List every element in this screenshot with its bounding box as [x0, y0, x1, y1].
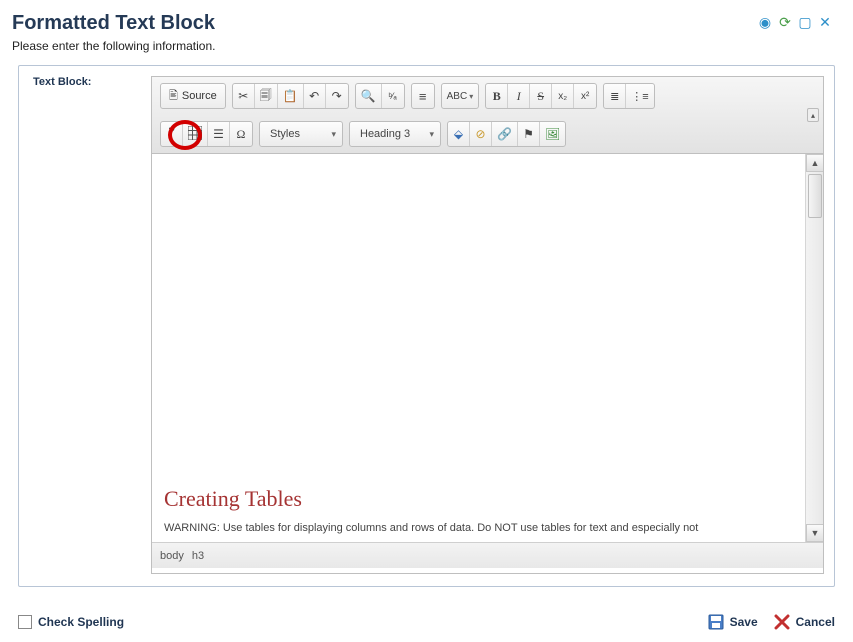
- chevron-down-icon: ▾: [331, 129, 336, 140]
- source-label: Source: [182, 90, 217, 102]
- maximize-icon[interactable]: ▢: [797, 14, 813, 30]
- dialog-subtitle: Please enter the following information.: [12, 39, 837, 53]
- replace-icon: ᵇ⁄ₐ: [389, 91, 397, 101]
- cancel-icon: [774, 614, 790, 630]
- replace-button[interactable]: ᵇ⁄ₐ: [382, 84, 404, 108]
- save-icon: [708, 614, 724, 630]
- flag-button[interactable]: ⚑: [518, 122, 540, 146]
- search-icon: 🔍: [361, 89, 376, 103]
- unordered-list-icon: ⋮≡: [631, 90, 648, 103]
- source-button[interactable]: 🖹 Source: [161, 84, 225, 108]
- strike-icon: S: [537, 89, 544, 104]
- chevron-up-icon: ▴: [811, 111, 815, 120]
- italic-button[interactable]: I: [508, 84, 530, 108]
- scissors-icon: ✂: [238, 89, 248, 103]
- check-spelling-checkbox[interactable]: [18, 615, 32, 629]
- styles-dropdown[interactable]: Styles ▾: [259, 121, 343, 147]
- special-char-button[interactable]: Ω: [230, 122, 252, 146]
- dialog-footer: Check Spelling Save Cancel: [18, 614, 835, 630]
- editor-statusbar: body h3: [152, 542, 823, 568]
- link-icon: ⬙: [454, 127, 463, 141]
- table-button[interactable]: [183, 122, 208, 146]
- dialog-title: Formatted Text Block: [12, 12, 837, 35]
- subscript-button[interactable]: x₂: [552, 84, 574, 108]
- numbered-list-button[interactable]: ≣: [604, 84, 626, 108]
- unlink-icon: ⊘: [475, 127, 485, 141]
- superscript-icon: x²: [581, 91, 589, 102]
- editor-toolbar: 🖹 Source ✂ 🗐 📋 ↶ ↷ 🔍 ᵇ⁄ₐ ≡ ABC▾: [152, 77, 823, 154]
- bold-icon: B: [493, 89, 501, 104]
- bold-button[interactable]: B: [486, 84, 508, 108]
- omega-icon: Ω: [237, 127, 246, 142]
- save-label: Save: [730, 615, 758, 629]
- bullet-list-button[interactable]: ⋮≡: [626, 84, 653, 108]
- scroll-thumb[interactable]: [808, 174, 822, 218]
- blockquote-button[interactable]: ”: [161, 122, 183, 146]
- form-panel: Text Block: 🖹 Source ✂ 🗐 📋 ↶ ↷ 🔍 ᵇ⁄ₐ: [18, 65, 835, 587]
- unlink-button[interactable]: ⊘: [470, 122, 492, 146]
- path-h3[interactable]: h3: [192, 550, 204, 562]
- paste-button[interactable]: 📋: [278, 84, 304, 108]
- rich-text-editor: 🖹 Source ✂ 🗐 📋 ↶ ↷ 🔍 ᵇ⁄ₐ ≡ ABC▾: [151, 76, 824, 574]
- clipboard-icon: 📋: [283, 89, 298, 103]
- text-block-label: Text Block:: [33, 76, 91, 88]
- remove-format-icon: ≡: [419, 89, 427, 104]
- dialog-header: Formatted Text Block Please enter the fo…: [0, 0, 853, 61]
- remove-format-button[interactable]: ≡: [412, 84, 434, 108]
- content-heading: Creating Tables: [164, 486, 302, 512]
- save-button[interactable]: Save: [708, 614, 758, 630]
- path-body[interactable]: body: [160, 550, 184, 562]
- quote-icon: ”: [168, 125, 175, 143]
- hr-icon: ☰: [213, 127, 224, 141]
- superscript-button[interactable]: x²: [574, 84, 596, 108]
- editor-content[interactable]: Creating Tables WARNING: Use tables for …: [152, 154, 823, 542]
- anchor-button[interactable]: 🔗: [492, 122, 518, 146]
- copy-button[interactable]: 🗐: [255, 84, 278, 108]
- close-icon[interactable]: ✕: [817, 14, 833, 30]
- strike-button[interactable]: S: [530, 84, 552, 108]
- undo-button[interactable]: ↶: [304, 84, 326, 108]
- content-warning: WARNING: Use tables for displaying colum…: [164, 522, 797, 534]
- cancel-label: Cancel: [796, 615, 835, 629]
- scroll-down-button[interactable]: ▼: [806, 524, 823, 542]
- cut-button[interactable]: ✂: [233, 84, 255, 108]
- styles-label: Styles: [270, 128, 300, 140]
- horizontal-rule-button[interactable]: ☰: [208, 122, 230, 146]
- check-spelling-label: Check Spelling: [38, 615, 124, 629]
- format-label: Heading 3: [360, 128, 410, 140]
- undo-icon: ↶: [309, 89, 319, 103]
- flag-icon: ⚑: [523, 127, 534, 141]
- table-icon: [188, 126, 202, 143]
- image-button[interactable]: 🖼: [540, 122, 565, 146]
- cancel-button[interactable]: Cancel: [774, 614, 835, 630]
- scrollbar-track: ▲ ▼: [805, 154, 823, 542]
- find-button[interactable]: 🔍: [356, 84, 382, 108]
- spellcheck-button[interactable]: ABC▾: [442, 84, 479, 108]
- document-icon: 🖹: [169, 87, 178, 106]
- redo-icon: ↷: [332, 89, 342, 103]
- redo-button[interactable]: ↷: [326, 84, 348, 108]
- copy-icon: 🗐: [260, 86, 272, 107]
- anchor-icon: 🔗: [497, 127, 512, 141]
- format-dropdown[interactable]: Heading 3 ▾: [349, 121, 441, 147]
- header-icons: ◉ ⟳ ▢ ✕: [757, 14, 833, 30]
- spellcheck-icon: ABC: [447, 91, 468, 102]
- italic-icon: I: [517, 89, 521, 104]
- chevron-down-icon: ▾: [429, 129, 434, 140]
- ordered-list-icon: ≣: [610, 90, 619, 103]
- collapse-toolbar-button[interactable]: ▴: [807, 108, 819, 122]
- scroll-up-button[interactable]: ▲: [806, 154, 823, 172]
- subscript-icon: x₂: [558, 91, 567, 102]
- help-icon[interactable]: ◉: [757, 14, 773, 30]
- image-icon: 🖼: [545, 127, 560, 141]
- refresh-icon[interactable]: ⟳: [777, 14, 793, 30]
- chevron-down-icon: ▾: [469, 92, 473, 101]
- link-button[interactable]: ⬙: [448, 122, 470, 146]
